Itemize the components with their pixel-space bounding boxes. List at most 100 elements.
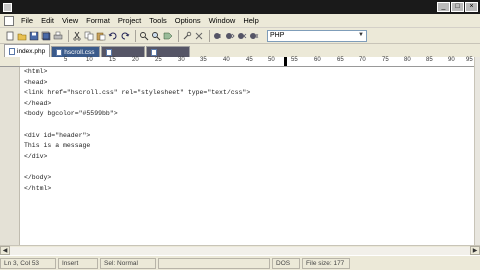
bookmark-clear-icon[interactable] [249, 31, 259, 41]
new-file-icon[interactable] [5, 31, 15, 41]
toolbar-separator [135, 29, 136, 42]
code-line[interactable]: <head> [20, 78, 474, 89]
scroll-track[interactable] [10, 246, 470, 255]
code-line[interactable]: </body> [20, 173, 474, 184]
horizontal-scrollbar[interactable]: ◀ ▶ [0, 245, 480, 255]
save-all-icon[interactable] [41, 31, 51, 41]
minimize-button[interactable]: _ [437, 2, 450, 12]
code-line[interactable]: This is a message [20, 141, 474, 152]
close-button[interactable]: × [465, 2, 478, 12]
ruler-tick: 55 [291, 57, 298, 63]
bookmark-prev-icon[interactable] [237, 31, 247, 41]
menu-project[interactable]: Project [114, 16, 145, 25]
tab-file-4[interactable] [145, 46, 190, 57]
tab-label: hscroll.css [64, 48, 95, 56]
menu-options[interactable]: Options [171, 16, 205, 25]
bookmark-icon[interactable] [213, 31, 223, 41]
menu-format[interactable]: Format [82, 16, 114, 25]
ruler-tick: 40 [223, 57, 230, 63]
tab-index-php[interactable]: index.php [4, 44, 51, 57]
status-position: Ln 3, Col 53 [0, 257, 56, 269]
scroll-right-icon[interactable]: ▶ [470, 246, 480, 255]
toolbar-separator [209, 29, 210, 42]
save-icon[interactable] [29, 31, 39, 41]
line-gutter [0, 67, 20, 245]
toolbar-separator [68, 29, 69, 42]
menu-view[interactable]: View [58, 16, 82, 25]
redo-icon[interactable] [120, 31, 130, 41]
ruler-tick: 5 [64, 57, 68, 63]
menu-edit[interactable]: Edit [37, 16, 58, 25]
status-line-ending: DOS [272, 257, 300, 269]
ruler-cursor-marker [284, 57, 287, 66]
maximize-button[interactable]: □ [451, 2, 464, 12]
file-icon [105, 48, 112, 56]
tab-bar: index.php hscroll.css [0, 44, 480, 57]
menu-file[interactable]: File [17, 16, 37, 25]
ruler-tick: 80 [404, 57, 411, 63]
code-line[interactable]: <body bgcolor="#5599bb"> [20, 109, 474, 120]
ruler-tick: 65 [337, 57, 344, 63]
status-file-size: File size: 177 [302, 257, 350, 269]
code-line[interactable]: <link href="hscroll.css" rel="stylesheet… [20, 88, 474, 99]
chevron-down-icon: ▼ [358, 31, 364, 38]
document-icon [4, 15, 14, 26]
tab-label: index.php [17, 47, 46, 55]
scroll-left-icon[interactable]: ◀ [0, 246, 10, 255]
ruler-tick: 35 [200, 57, 207, 63]
ruler-tick: 30 [178, 57, 185, 63]
toolbar-separator [178, 29, 179, 42]
file-icon [9, 47, 15, 55]
file-icon [150, 48, 157, 56]
ruler-tick: 45 [246, 57, 253, 63]
undo-icon[interactable] [108, 31, 118, 41]
code-line[interactable]: <html> [20, 67, 474, 78]
menu-window[interactable]: Window [205, 16, 240, 25]
language-select[interactable]: PHP ▼ [267, 29, 367, 42]
menu-bar: File Edit View Format Project Tools Opti… [0, 14, 480, 28]
paste-icon[interactable] [96, 31, 106, 41]
ruler-tick: 75 [382, 57, 389, 63]
find-icon[interactable] [139, 31, 149, 41]
find-next-icon[interactable] [151, 31, 161, 41]
menu-tools[interactable]: Tools [145, 16, 171, 25]
tools-icon[interactable] [194, 31, 204, 41]
status-selection-mode: Sel: Normal [100, 257, 156, 269]
vertical-scrollbar[interactable] [474, 57, 480, 245]
status-bar: Ln 3, Col 53 Insert Sel: Normal DOS File… [0, 255, 480, 270]
wrench-icon[interactable] [182, 31, 192, 41]
ruler-tick: 10 [86, 57, 93, 63]
open-folder-icon[interactable] [17, 31, 27, 41]
status-insert-mode: Insert [58, 257, 98, 269]
code-line[interactable] [20, 162, 474, 173]
title-bar: _ □ × [0, 0, 480, 14]
ruler-tick: 25 [155, 57, 162, 63]
tab-hscroll-css[interactable]: hscroll.css [51, 46, 100, 57]
ruler-tick: 50 [268, 57, 275, 63]
status-empty [158, 257, 270, 269]
code-line[interactable]: <div id="header"> [20, 131, 474, 142]
toolbar: PHP ▼ [0, 28, 480, 44]
ruler-tick: 85 [426, 57, 433, 63]
code-line[interactable]: </div> [20, 152, 474, 163]
ruler-tick: 95 [466, 57, 473, 63]
ruler-tick: 20 [132, 57, 139, 63]
tab-file-3[interactable] [100, 46, 145, 57]
ruler-tick: 70 [359, 57, 366, 63]
code-editor[interactable]: <html> <head> <link href="hscroll.css" r… [20, 67, 474, 245]
ruler-tick: 90 [448, 57, 455, 63]
cut-icon[interactable] [72, 31, 82, 41]
menu-help[interactable]: Help [239, 16, 262, 25]
code-line[interactable] [20, 120, 474, 131]
file-icon [56, 48, 63, 56]
print-icon[interactable] [53, 31, 63, 41]
bookmark-next-icon[interactable] [225, 31, 235, 41]
app-icon [3, 2, 12, 12]
ruler-tick: 60 [314, 57, 321, 63]
code-line[interactable]: </head> [20, 99, 474, 110]
column-ruler: 5 10 15 20 25 30 35 40 45 50 55 60 65 70… [20, 57, 478, 67]
code-line[interactable]: </html> [20, 184, 474, 195]
copy-icon[interactable] [84, 31, 94, 41]
replace-icon[interactable] [163, 31, 173, 41]
language-value: PHP [270, 32, 285, 39]
